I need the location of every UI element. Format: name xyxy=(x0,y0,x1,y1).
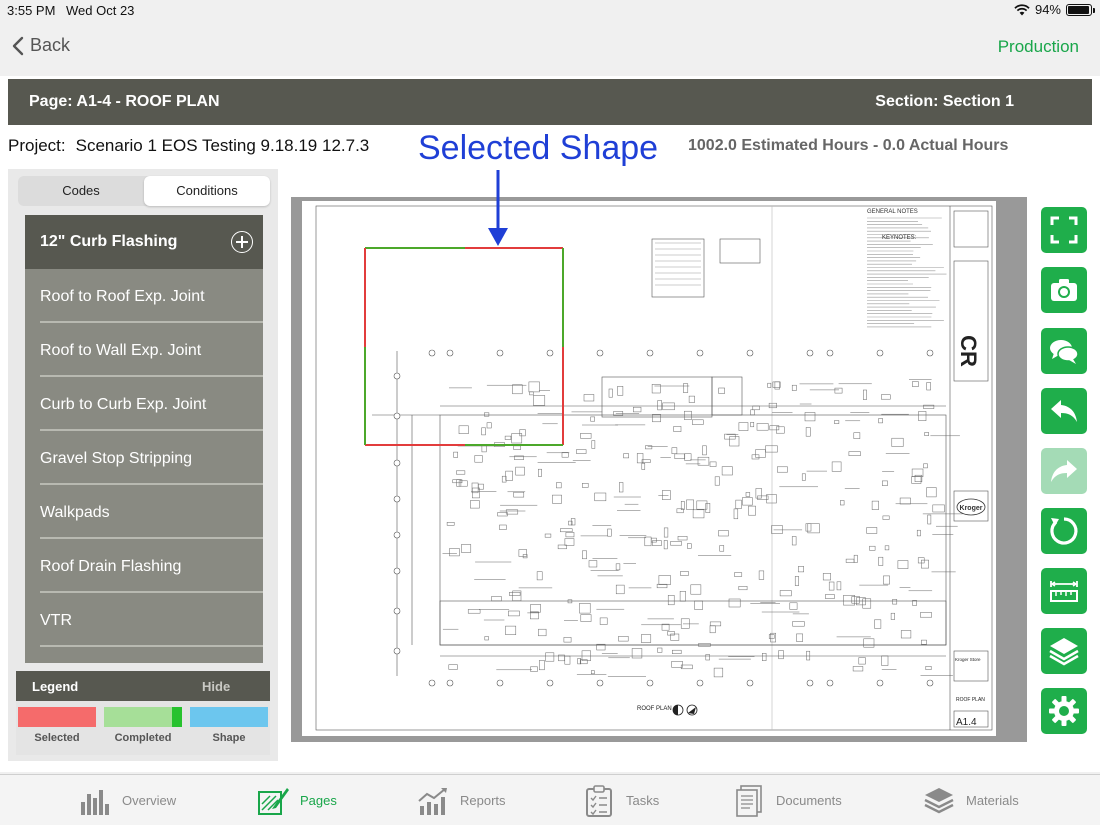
materials-icon xyxy=(924,787,954,813)
gear-icon xyxy=(1049,696,1079,726)
tab-pages[interactable]: Pages xyxy=(256,775,337,825)
tab-documents[interactable]: Documents xyxy=(732,775,842,825)
measure-button[interactable] xyxy=(1041,568,1087,614)
undo-icon xyxy=(1051,400,1077,422)
redo-icon xyxy=(1051,460,1077,482)
tab-tasks[interactable]: Tasks xyxy=(582,775,659,825)
comments-button[interactable] xyxy=(1041,328,1087,374)
reports-icon xyxy=(418,787,447,815)
tab-overview[interactable]: Overview xyxy=(78,775,176,825)
tab-label: Pages xyxy=(300,793,337,808)
chat-icon xyxy=(1050,340,1079,364)
layers-button[interactable] xyxy=(1041,628,1087,674)
bar-chart-icon xyxy=(81,789,109,815)
tab-label: Tasks xyxy=(626,793,660,808)
fullscreen-button[interactable] xyxy=(1041,207,1087,253)
fullscreen-icon xyxy=(1050,216,1078,244)
documents-icon xyxy=(736,784,762,817)
selected-shape[interactable] xyxy=(364,247,564,446)
bottom-tab-bar: Overview Pages Reports Tasks Documents M… xyxy=(0,774,1100,825)
tab-label: Documents xyxy=(776,793,842,808)
annotation-arrow xyxy=(488,170,508,246)
pages-icon xyxy=(258,787,289,815)
refresh-button[interactable] xyxy=(1041,508,1087,554)
selected-shape-overlay xyxy=(364,170,564,446)
tasks-icon xyxy=(586,784,612,817)
tab-label: Overview xyxy=(122,793,177,808)
undo-button[interactable] xyxy=(1041,388,1087,434)
refresh-icon xyxy=(1050,517,1078,545)
camera-button[interactable] xyxy=(1041,267,1087,313)
measure-icon xyxy=(1050,581,1078,602)
layers-icon xyxy=(1049,638,1079,666)
redo-button[interactable] xyxy=(1041,448,1087,494)
camera-icon xyxy=(1051,279,1077,301)
tab-label: Reports xyxy=(460,793,506,808)
tab-label: Materials xyxy=(966,793,1019,808)
settings-button[interactable] xyxy=(1041,688,1087,734)
tab-materials[interactable]: Materials xyxy=(922,775,1019,825)
tab-reports[interactable]: Reports xyxy=(416,775,506,825)
